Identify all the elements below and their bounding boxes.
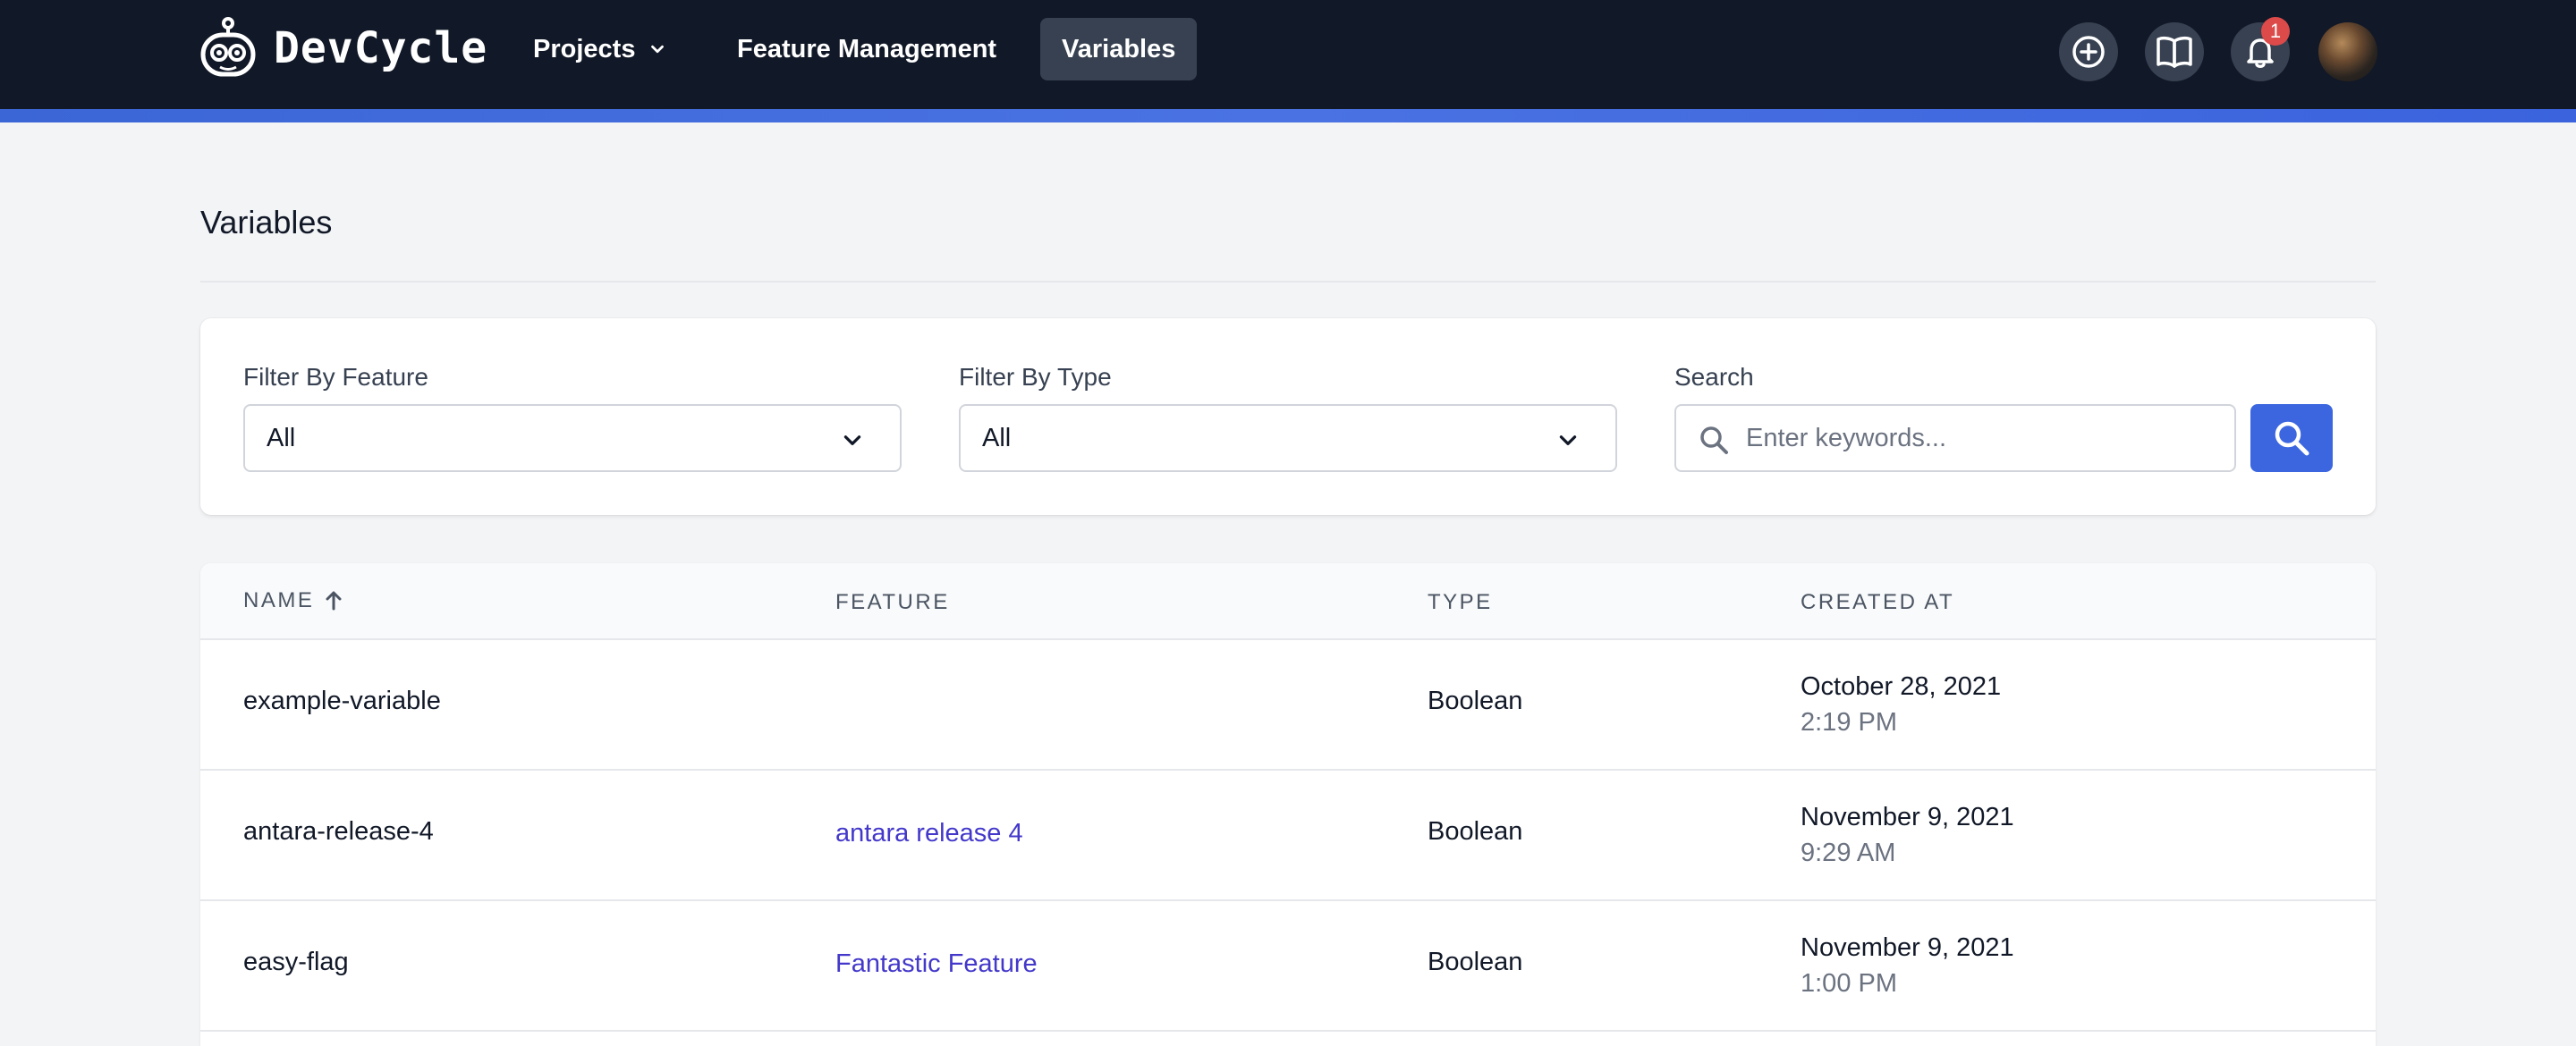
docs-button[interactable] bbox=[2145, 22, 2204, 81]
created-at: November 9, 2021 1:00 PM bbox=[1801, 930, 2014, 1001]
variables-table: NAME FEATURE TYPE CREATED AT example-var… bbox=[200, 563, 2376, 1046]
nav-variables-label: Variables bbox=[1062, 34, 1176, 63]
devcycle-logo-icon bbox=[200, 17, 256, 77]
variable-name[interactable]: easy-flag bbox=[243, 948, 349, 977]
plus-circle-icon bbox=[2072, 36, 2105, 68]
search-button[interactable] bbox=[2250, 404, 2333, 472]
column-header-type[interactable]: TYPE bbox=[1428, 590, 1493, 615]
created-time: 9:29 AM bbox=[1801, 839, 1896, 867]
created-time: 2:19 PM bbox=[1801, 708, 1897, 737]
filter-feature-select[interactable]: All bbox=[243, 404, 902, 472]
book-icon bbox=[2157, 36, 2192, 68]
create-button[interactable] bbox=[2059, 22, 2118, 81]
filter-type-value: All bbox=[982, 423, 1012, 452]
brand-name: DevCycle bbox=[274, 23, 488, 73]
created-time: 1:00 PM bbox=[1801, 969, 1897, 998]
column-header-type-label: TYPE bbox=[1428, 590, 1493, 614]
table-header: NAME FEATURE TYPE CREATED AT bbox=[200, 563, 2376, 640]
chevron-down-icon bbox=[1559, 435, 1577, 445]
filter-type-select[interactable]: All bbox=[959, 404, 1617, 472]
nav-feature-management[interactable]: Feature Management bbox=[716, 18, 1018, 80]
filter-feature-label: Filter By Feature bbox=[243, 363, 428, 391]
avatar[interactable] bbox=[2318, 22, 2377, 81]
column-header-feature[interactable]: FEATURE bbox=[835, 590, 950, 615]
variable-name[interactable]: example-variable bbox=[243, 687, 441, 716]
variable-type: Boolean bbox=[1428, 687, 1523, 715]
nav-projects-label: Projects bbox=[533, 34, 636, 63]
filter-card: Filter By Feature All Filter By Type All… bbox=[200, 318, 2376, 515]
divider bbox=[200, 281, 2376, 283]
notifications-button[interactable]: 1 bbox=[2231, 17, 2290, 81]
created-date: November 9, 2021 bbox=[1801, 803, 2014, 831]
chevron-down-icon bbox=[651, 45, 665, 54]
column-header-name-label: NAME bbox=[243, 588, 315, 612]
variable-type: Boolean bbox=[1428, 817, 1523, 846]
created-at: October 28, 2021 2:19 PM bbox=[1801, 669, 2001, 740]
created-date: October 28, 2021 bbox=[1801, 672, 2002, 701]
variable-name[interactable]: antara-release-4 bbox=[243, 817, 434, 847]
column-header-feature-label: FEATURE bbox=[835, 590, 950, 614]
page-title: Variables bbox=[200, 204, 333, 240]
table-row[interactable]: antara-release-4 antara release 4 Boolea… bbox=[200, 771, 2376, 901]
nav-variables[interactable]: Variables bbox=[1040, 18, 1198, 80]
arrow-up-icon bbox=[326, 591, 342, 611]
search-field bbox=[1674, 404, 2236, 472]
notification-badge: 1 bbox=[2261, 17, 2290, 46]
filter-feature-value: All bbox=[267, 423, 296, 452]
chevron-down-icon bbox=[843, 435, 861, 445]
search-label: Search bbox=[1674, 363, 1754, 391]
feature-link[interactable]: antara release 4 bbox=[835, 819, 1023, 848]
top-navbar: DevCycle Projects Feature Management Var… bbox=[0, 0, 2576, 109]
created-at: November 9, 2021 9:29 AM bbox=[1801, 799, 2014, 871]
column-header-name[interactable]: NAME bbox=[243, 588, 343, 613]
search-icon bbox=[1700, 426, 1728, 454]
column-header-created-at[interactable]: CREATED AT bbox=[1801, 590, 1954, 615]
search-icon bbox=[2275, 421, 2309, 456]
nav-projects[interactable]: Projects bbox=[512, 18, 689, 80]
filter-type-label: Filter By Type bbox=[959, 363, 1112, 391]
column-header-created-at-label: CREATED AT bbox=[1801, 590, 1955, 614]
brand[interactable]: DevCycle bbox=[199, 16, 487, 80]
nav-feature-management-label: Feature Management bbox=[737, 34, 997, 63]
table-row[interactable]: easy-flag Fantastic Feature Boolean Nove… bbox=[200, 901, 2376, 1032]
accent-bar bbox=[0, 109, 2576, 122]
variable-type: Boolean bbox=[1428, 948, 1523, 976]
created-date: November 9, 2021 bbox=[1801, 933, 2014, 962]
feature-link[interactable]: Fantastic Feature bbox=[835, 949, 1038, 979]
search-input[interactable] bbox=[1746, 406, 2220, 470]
table-row[interactable]: example-variable Boolean October 28, 202… bbox=[200, 640, 2376, 771]
